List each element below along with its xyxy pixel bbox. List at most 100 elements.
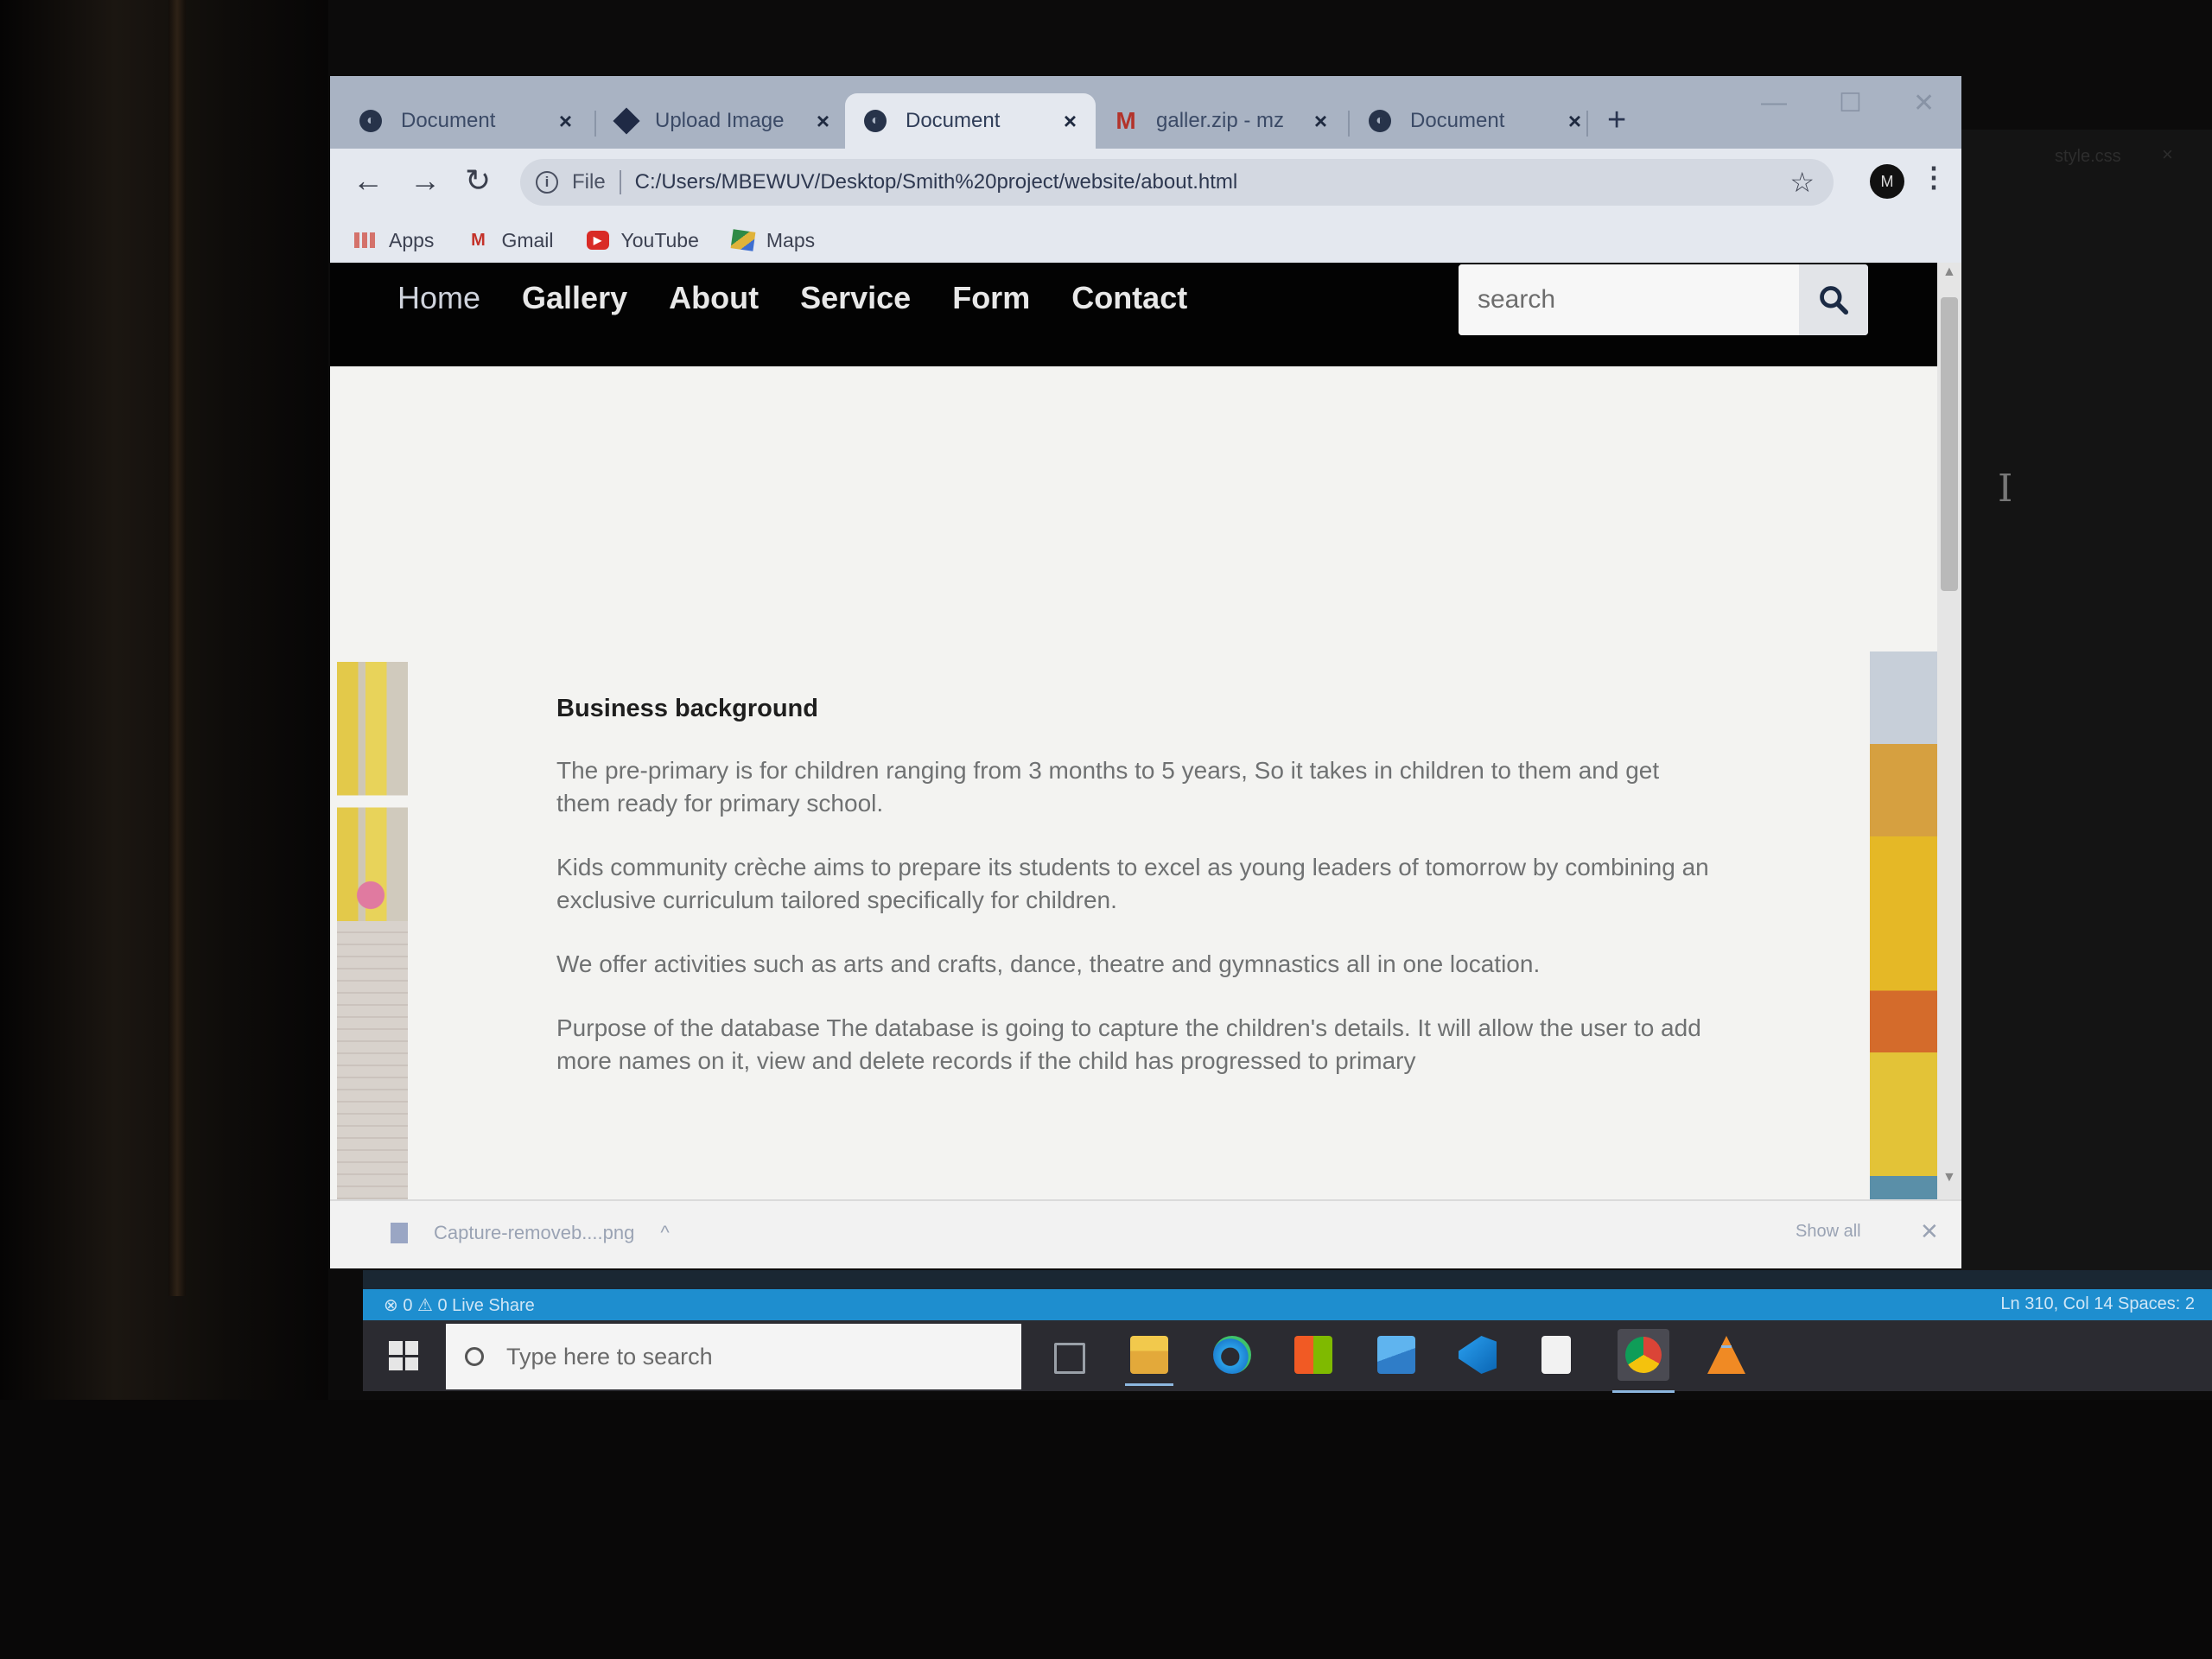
forward-arrow-icon[interactable]: → <box>410 162 441 199</box>
mail-icon[interactable] <box>1377 1336 1415 1374</box>
taskbar-search[interactable]: Type here to search <box>446 1324 1021 1389</box>
reload-icon[interactable]: ↻ <box>465 162 491 199</box>
paragraph: Purpose of the database The database is … <box>556 1014 1701 1074</box>
site-navbar: Home Gallery About Service Form Contact <box>330 263 1937 366</box>
close-tab-icon[interactable]: × <box>1314 108 1327 135</box>
download-filename: Capture-removeb....png <box>434 1222 635 1243</box>
gmail-icon: M <box>471 230 486 250</box>
search-icon <box>465 1347 484 1366</box>
vscode-icon[interactable] <box>1459 1336 1497 1374</box>
close-tab-icon[interactable]: × <box>817 108 830 135</box>
bookmark-label: YouTube <box>620 228 699 251</box>
search-button[interactable] <box>1799 264 1868 335</box>
gmail-icon: M <box>1116 107 1136 134</box>
browser-tab[interactable]: ◐ Document × <box>340 93 591 149</box>
downloads-bar: Capture-removeb....png ^ Show all ✕ <box>330 1199 1961 1268</box>
paragraph: We offer activities such as arts and cra… <box>556 950 1541 977</box>
store-icon[interactable] <box>1294 1336 1332 1374</box>
vlc-icon[interactable] <box>1707 1336 1745 1374</box>
chrome-icon <box>1625 1337 1662 1373</box>
editor-panel: style.css × I <box>1961 130 2212 1279</box>
profile-avatar[interactable]: M <box>1870 164 1904 199</box>
bookmark-apps[interactable]: Apps <box>354 229 434 252</box>
scroll-up-icon[interactable]: ▲ <box>1942 264 1956 280</box>
nav-form[interactable]: Form <box>952 280 1030 316</box>
about-content: Business background The pre-primary is f… <box>556 695 1714 1109</box>
web-page: Home Gallery About Service Form Contact <box>330 263 1937 1268</box>
browser-tab[interactable]: ◐ Document × <box>1350 93 1600 149</box>
vscode-status-bar: ⊗ 0 ⚠ 0 Live Share Ln 310, Col 14 Spaces… <box>363 1289 2212 1320</box>
back-arrow-icon[interactable]: ← <box>353 162 384 199</box>
bookmark-maps[interactable]: Maps <box>730 228 816 252</box>
diamond-icon <box>613 107 640 135</box>
taskbar-search-placeholder: Type here to search <box>506 1343 713 1370</box>
edge-browser-icon[interactable] <box>1213 1336 1251 1374</box>
windows-start-icon[interactable] <box>389 1341 418 1370</box>
paragraph: Kids community crèche aims to prepare it… <box>556 854 1709 913</box>
maps-icon <box>730 229 756 251</box>
apps-grid-icon <box>354 232 377 248</box>
desk-background <box>0 1400 2212 1659</box>
browser-window: ◐ Document × Upload Image × ◐ Document ×… <box>330 76 1961 1268</box>
maximize-icon[interactable]: ☐ <box>1839 88 1862 118</box>
globe-icon: ◐ <box>359 110 382 132</box>
show-all-button[interactable]: Show all <box>1796 1222 1861 1242</box>
download-item[interactable]: Capture-removeb....png ^ <box>391 1222 670 1244</box>
tab-label: Document <box>906 109 1001 132</box>
menu-kebab-icon[interactable]: ⋮ <box>1920 161 1948 194</box>
close-tab-icon[interactable]: × <box>559 108 572 135</box>
tab-label: Document <box>401 109 496 132</box>
status-left[interactable]: ⊗ 0 ⚠ 0 Live Share <box>384 1294 535 1316</box>
editor-tab-close-icon[interactable]: × <box>2162 143 2173 166</box>
bookmark-label: Maps <box>766 228 816 251</box>
url-text[interactable]: C:/Users/MBEWUV/Desktop/Smith%20project/… <box>635 170 1238 194</box>
window-close-icon[interactable]: ✕ <box>1913 88 1935 118</box>
task-view-icon[interactable] <box>1054 1343 1085 1374</box>
bookmark-star-icon[interactable]: ☆ <box>1789 166 1815 199</box>
search-input[interactable] <box>1459 264 1804 335</box>
chrome-tile[interactable] <box>1612 1329 1675 1393</box>
site-search-box <box>1459 264 1868 335</box>
new-tab-button[interactable]: + <box>1607 102 1626 139</box>
tab-label: Document <box>1410 109 1505 132</box>
windows-taskbar: Type here to search <box>363 1320 2212 1393</box>
address-bar[interactable]: i File C:/Users/MBEWUV/Desktop/Smith%20p… <box>520 159 1834 206</box>
nursery-photo-right <box>1870 652 1937 1268</box>
bookmark-gmail[interactable]: M Gmail <box>467 229 553 252</box>
browser-toolbar: ← → ↻ i File C:/Users/MBEWUV/Desktop/Smi… <box>330 149 1961 218</box>
browser-tab[interactable]: M galler.zip - mz × <box>1096 93 1346 149</box>
tab-label: Upload Image <box>655 109 785 132</box>
url-scheme: File <box>572 170 606 194</box>
nursery-photo-left <box>337 662 408 1268</box>
nav-contact[interactable]: Contact <box>1071 280 1187 316</box>
browser-tab-active[interactable]: ◐ Document × <box>845 93 1096 149</box>
bookmark-youtube[interactable]: ▶ YouTube <box>586 228 699 252</box>
file-explorer-icon[interactable] <box>1125 1336 1173 1386</box>
scrollbar-thumb[interactable] <box>1941 297 1958 591</box>
notepad-icon[interactable] <box>1541 1336 1571 1374</box>
text-cursor-icon: I <box>1998 467 2013 511</box>
page-scrollbar[interactable]: ▲ ▼ <box>1937 263 1961 1268</box>
search-icon <box>1820 286 1849 315</box>
close-tab-icon[interactable]: × <box>1568 108 1581 135</box>
info-icon[interactable]: i <box>536 171 558 194</box>
close-tab-icon[interactable]: × <box>1064 108 1077 135</box>
file-icon <box>391 1223 408 1243</box>
close-downloads-icon[interactable]: ✕ <box>1920 1218 1939 1245</box>
tab-strip: ◐ Document × Upload Image × ◐ Document ×… <box>330 76 1961 149</box>
paragraph: The pre-primary is for children ranging … <box>556 757 1660 817</box>
bookmark-label: Apps <box>389 228 435 251</box>
browser-tab[interactable]: Upload Image × <box>598 93 849 149</box>
bookmark-label: Gmail <box>501 228 554 251</box>
minimize-icon[interactable]: — <box>1761 88 1787 118</box>
nav-home[interactable]: Home <box>397 280 480 316</box>
editor-strip <box>363 1270 2212 1289</box>
editor-tab-label[interactable]: style.css <box>2055 147 2121 167</box>
status-right[interactable]: Ln 310, Col 14 Spaces: 2 <box>2000 1294 2195 1314</box>
nav-service[interactable]: Service <box>800 280 911 316</box>
globe-icon: ◐ <box>864 110 887 132</box>
nav-gallery[interactable]: Gallery <box>522 280 627 316</box>
chevron-up-icon[interactable]: ^ <box>660 1222 669 1244</box>
nav-about[interactable]: About <box>669 280 759 316</box>
scroll-down-icon[interactable]: ▼ <box>1942 1170 1956 1185</box>
